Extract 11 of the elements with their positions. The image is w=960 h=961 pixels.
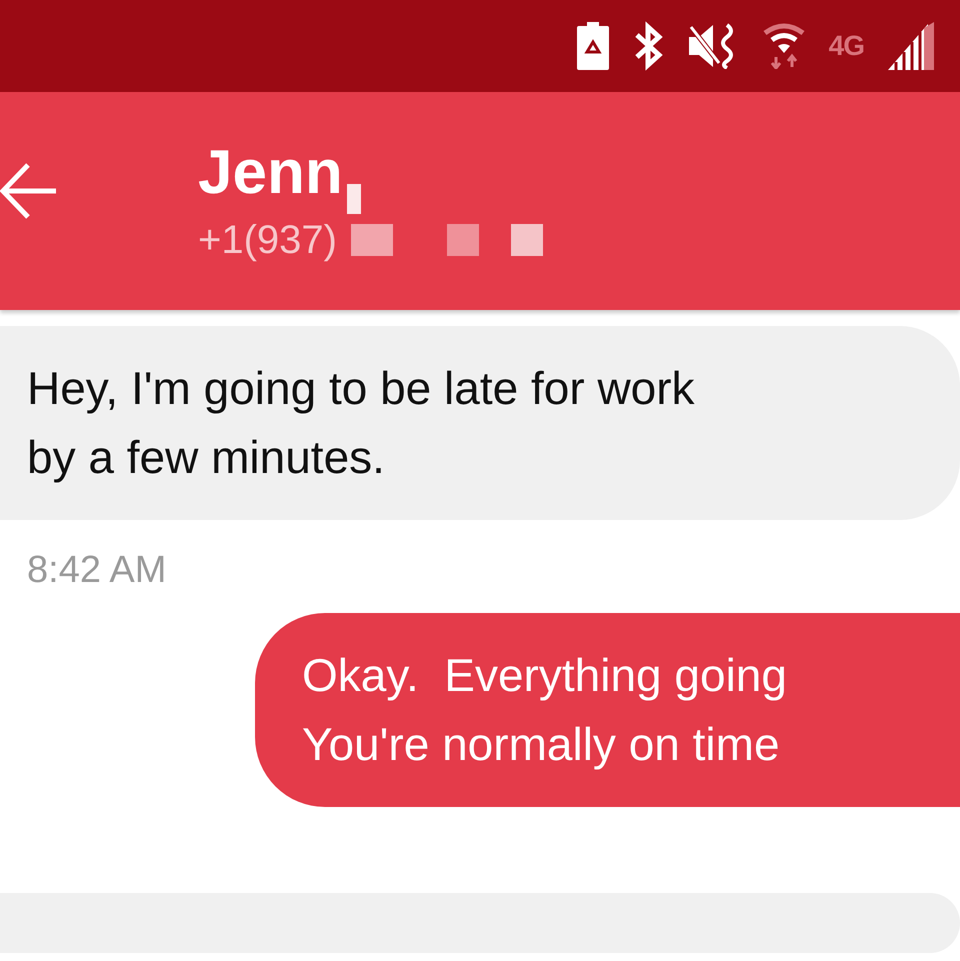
- contact-name: Jenn: [198, 142, 343, 204]
- wifi-icon: [762, 23, 805, 69]
- phone-number: +1(937): [198, 220, 337, 260]
- redaction-block: [346, 184, 361, 214]
- message-timestamp: 8:42 AM: [26, 548, 168, 593]
- incoming-message-bubble: Hey, I'm going to be late for work by a few minutes.: [0, 326, 960, 520]
- battery-icon: [576, 22, 609, 70]
- bluetooth-icon: [632, 21, 663, 71]
- outgoing-message-bubble: Okay. Everything going You're normally on time: [255, 613, 960, 807]
- network-type-label: 4G: [828, 32, 864, 60]
- signal-icon: [888, 22, 936, 70]
